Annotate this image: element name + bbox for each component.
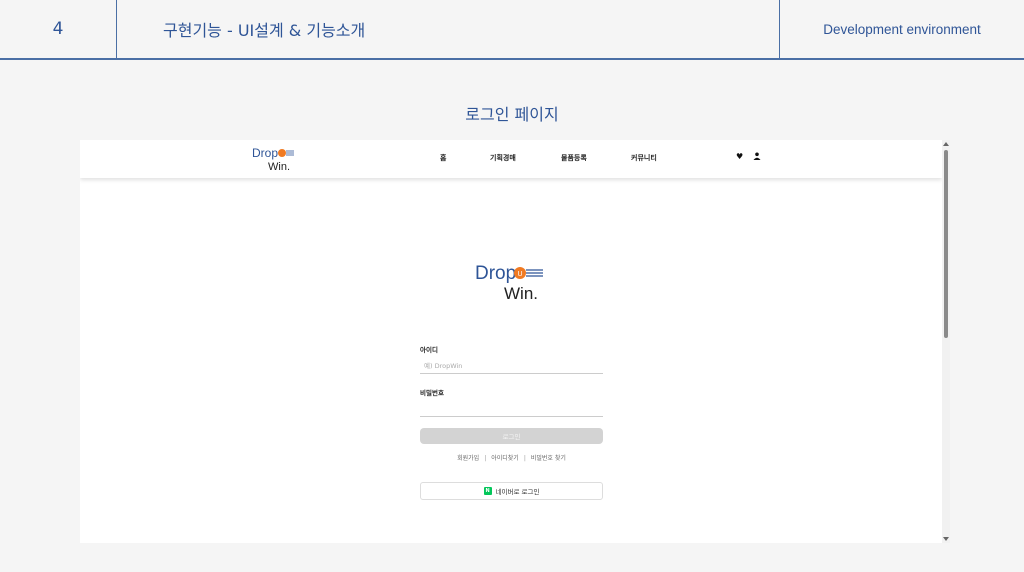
naver-icon: N [483, 487, 492, 495]
nav-item-community[interactable]: 커뮤니티 [631, 153, 657, 163]
password-label: 비밀번호 [420, 389, 444, 397]
login-button[interactable]: 로그인 [420, 428, 603, 444]
main-logo-top: Drop [475, 263, 516, 284]
nav-logo-top: Drop [252, 146, 278, 160]
slide-number: 4 [0, 0, 117, 58]
scrollbar[interactable] [942, 140, 950, 543]
nav-logo[interactable]: Drop Win. [252, 145, 302, 173]
link-separator: | [484, 455, 487, 462]
naver-login-button[interactable]: N 네이버로 로그인 [420, 482, 603, 500]
id-input[interactable] [420, 358, 603, 374]
main-logo-badge: U [518, 271, 523, 278]
link-separator: | [523, 455, 526, 462]
slide-header: 4 구현기능 - UI설계 & 기능소개 Development environ… [0, 0, 1024, 60]
signup-link[interactable]: 회원가입 [457, 455, 479, 462]
heart-icon[interactable]: ♥ [736, 152, 743, 161]
login-page-screenshot: Drop Win. 홈 기획경매 물품등록 커뮤니티 ♥ Drop U Win. [80, 140, 950, 543]
password-input[interactable] [420, 401, 603, 417]
main-logo-bottom: Win. [504, 284, 538, 302]
nav-item-register[interactable]: 물품등록 [561, 153, 587, 163]
slide-title: 구현기능 - UI설계 & 기능소개 [163, 21, 366, 40]
nav-item-home[interactable]: 홈 [440, 153, 446, 163]
nav-logo-bottom: Win. [268, 161, 290, 173]
main-logo: Drop U Win. [475, 260, 549, 303]
scroll-down-arrow[interactable] [943, 537, 949, 541]
slide-section-label: Development environment [779, 0, 1024, 58]
section-title: 로그인 페이지 [465, 105, 559, 124]
id-label: 아이디 [420, 346, 438, 354]
nav-item-auction[interactable]: 기획경매 [490, 153, 516, 163]
scroll-thumb[interactable] [944, 150, 948, 338]
find-password-link[interactable]: 비밀번호 찾기 [531, 455, 566, 462]
naver-login-label: 네이버로 로그인 [495, 488, 540, 496]
scroll-up-arrow[interactable] [943, 142, 949, 146]
account-links: 회원가입 | 아이디찾기 | 비밀번호 찾기 [420, 453, 603, 462]
find-id-link[interactable]: 아이디찾기 [491, 455, 519, 462]
user-icon[interactable] [753, 152, 761, 162]
site-navbar: Drop Win. 홈 기획경매 물품등록 커뮤니티 ♥ [80, 140, 942, 178]
